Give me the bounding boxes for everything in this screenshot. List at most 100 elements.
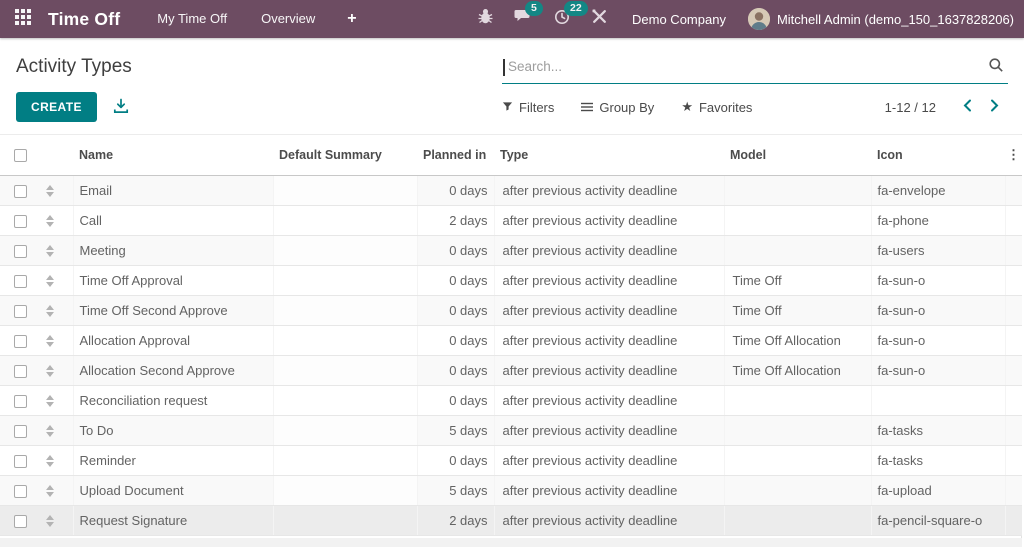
table-row[interactable]: To Do 5 days after previous activity dea…: [0, 415, 1022, 446]
row-checkbox[interactable]: [13, 514, 27, 528]
filters-menu-button[interactable]: Filters: [502, 100, 554, 115]
cell-model: Time Off: [724, 295, 872, 326]
apps-grid-icon: [15, 8, 31, 30]
cell-default-summary: [273, 355, 418, 386]
group-by-menu-button[interactable]: Group By: [581, 100, 654, 115]
drag-handle-icon[interactable]: [46, 455, 54, 468]
nav-item-my-time-off[interactable]: My Time Off: [140, 0, 244, 38]
table-row[interactable]: Time Off Approval 0 days after previous …: [0, 265, 1022, 296]
cell-model: [724, 445, 872, 476]
table-row[interactable]: Request Signature 2 days after previous …: [0, 505, 1022, 536]
app-brand-title[interactable]: Time Off: [48, 9, 120, 30]
pager-previous-button[interactable]: [954, 96, 981, 118]
drag-handle-icon[interactable]: [46, 215, 54, 228]
cell-icon: fa-envelope: [871, 175, 1006, 206]
row-checkbox[interactable]: [13, 364, 27, 378]
cell-options-spacer: [1005, 385, 1022, 416]
favorites-menu-button[interactable]: ★ Favorites: [681, 99, 752, 115]
select-all-cell: [0, 135, 40, 176]
pager-next-button[interactable]: [981, 96, 1008, 118]
drag-handle-icon[interactable]: [46, 485, 54, 498]
table-row[interactable]: Call 2 days after previous activity dead…: [0, 205, 1022, 236]
list-footer-strip: [0, 537, 1022, 547]
cell-planned-in: 0 days: [417, 175, 495, 206]
row-select-cell: [0, 175, 40, 206]
table-row[interactable]: Upload Document 5 days after previous ac…: [0, 475, 1022, 506]
row-checkbox[interactable]: [13, 334, 27, 348]
cell-type: after previous activity deadline: [494, 385, 725, 416]
optional-columns-toggle-icon[interactable]: ⋮: [1007, 147, 1020, 162]
cell-default-summary: [273, 295, 418, 326]
cell-name: Request Signature: [73, 505, 274, 536]
company-switcher[interactable]: Demo Company: [632, 12, 726, 27]
chevron-left-icon: [963, 99, 972, 115]
select-all-checkbox[interactable]: [13, 148, 27, 162]
drag-handle-icon[interactable]: [46, 335, 54, 348]
column-header-type[interactable]: Type: [494, 135, 724, 176]
cell-icon: fa-users: [871, 235, 1006, 266]
drag-handle-icon[interactable]: [46, 515, 54, 528]
page-title: Activity Types: [16, 56, 132, 77]
cell-options-spacer: [1005, 205, 1022, 236]
row-checkbox[interactable]: [13, 484, 27, 498]
search-button[interactable]: [984, 55, 1008, 80]
user-avatar: [747, 8, 770, 30]
row-checkbox[interactable]: [13, 274, 27, 288]
cell-type: after previous activity deadline: [494, 235, 725, 266]
row-checkbox[interactable]: [13, 304, 27, 318]
cell-default-summary: [273, 235, 418, 266]
cell-default-summary: [273, 385, 418, 416]
wrench-screwdriver-icon: [591, 8, 608, 30]
download-icon: [113, 98, 129, 117]
row-select-cell: [0, 265, 40, 296]
cell-options-spacer: [1005, 475, 1022, 506]
column-header-model[interactable]: Model: [724, 135, 871, 176]
nav-add-menu-button[interactable]: +: [332, 10, 371, 28]
cell-name: Reminder: [73, 445, 274, 476]
cell-icon: fa-sun-o: [871, 355, 1006, 386]
table-row[interactable]: Reminder 0 days after previous activity …: [0, 445, 1022, 476]
create-button[interactable]: CREATE: [16, 92, 97, 122]
row-checkbox[interactable]: [13, 184, 27, 198]
apps-menu-button[interactable]: [6, 0, 40, 38]
column-header-default-summary[interactable]: Default Summary: [273, 135, 417, 176]
cell-planned-in: 0 days: [417, 445, 495, 476]
drag-handle-icon[interactable]: [46, 425, 54, 438]
messages-count-badge[interactable]: 5: [525, 1, 543, 16]
row-checkbox[interactable]: [13, 394, 27, 408]
table-row[interactable]: Email 0 days after previous activity dea…: [0, 175, 1022, 206]
tools-menu-button[interactable]: [591, 8, 608, 30]
table-row[interactable]: Allocation Second Approve 0 days after p…: [0, 355, 1022, 386]
table-row[interactable]: Allocation Approval 0 days after previou…: [0, 325, 1022, 356]
row-checkbox[interactable]: [13, 214, 27, 228]
drag-handle-icon[interactable]: [46, 275, 54, 288]
export-button[interactable]: [111, 96, 131, 119]
debug-menu-button[interactable]: [477, 8, 494, 30]
drag-handle-icon[interactable]: [46, 185, 54, 198]
cell-planned-in: 0 days: [417, 385, 495, 416]
table-row[interactable]: Meeting 0 days after previous activity d…: [0, 235, 1022, 266]
column-header-icon[interactable]: Icon: [871, 135, 1005, 176]
drag-handle-icon[interactable]: [46, 365, 54, 378]
messages-menu-button[interactable]: 5: [514, 1, 543, 30]
drag-handle-icon[interactable]: [46, 245, 54, 258]
table-row[interactable]: Reconciliation request 0 days after prev…: [0, 385, 1022, 416]
drag-handle-icon[interactable]: [46, 305, 54, 318]
nav-item-overview[interactable]: Overview: [244, 0, 332, 38]
search-input[interactable]: [502, 54, 984, 80]
column-header-name[interactable]: Name: [73, 135, 273, 176]
user-menu[interactable]: Mitchell Admin (demo_150_1637828206): [747, 8, 1014, 30]
cell-default-summary: [273, 475, 418, 506]
table-row[interactable]: Time Off Second Approve 0 days after pre…: [0, 295, 1022, 326]
column-header-planned-in[interactable]: Planned in: [417, 135, 494, 176]
row-checkbox[interactable]: [13, 244, 27, 258]
row-checkbox[interactable]: [13, 454, 27, 468]
activities-menu-button[interactable]: 22: [553, 0, 588, 31]
systray: 5 22 Demo Company Mitchell Admin (demo_1…: [467, 0, 1014, 31]
drag-handle-icon[interactable]: [46, 395, 54, 408]
cell-model: [724, 505, 872, 536]
activities-count-badge[interactable]: 22: [564, 0, 588, 16]
row-checkbox[interactable]: [13, 424, 27, 438]
row-handle-cell: [40, 415, 74, 446]
favorites-label: Favorites: [698, 99, 753, 115]
